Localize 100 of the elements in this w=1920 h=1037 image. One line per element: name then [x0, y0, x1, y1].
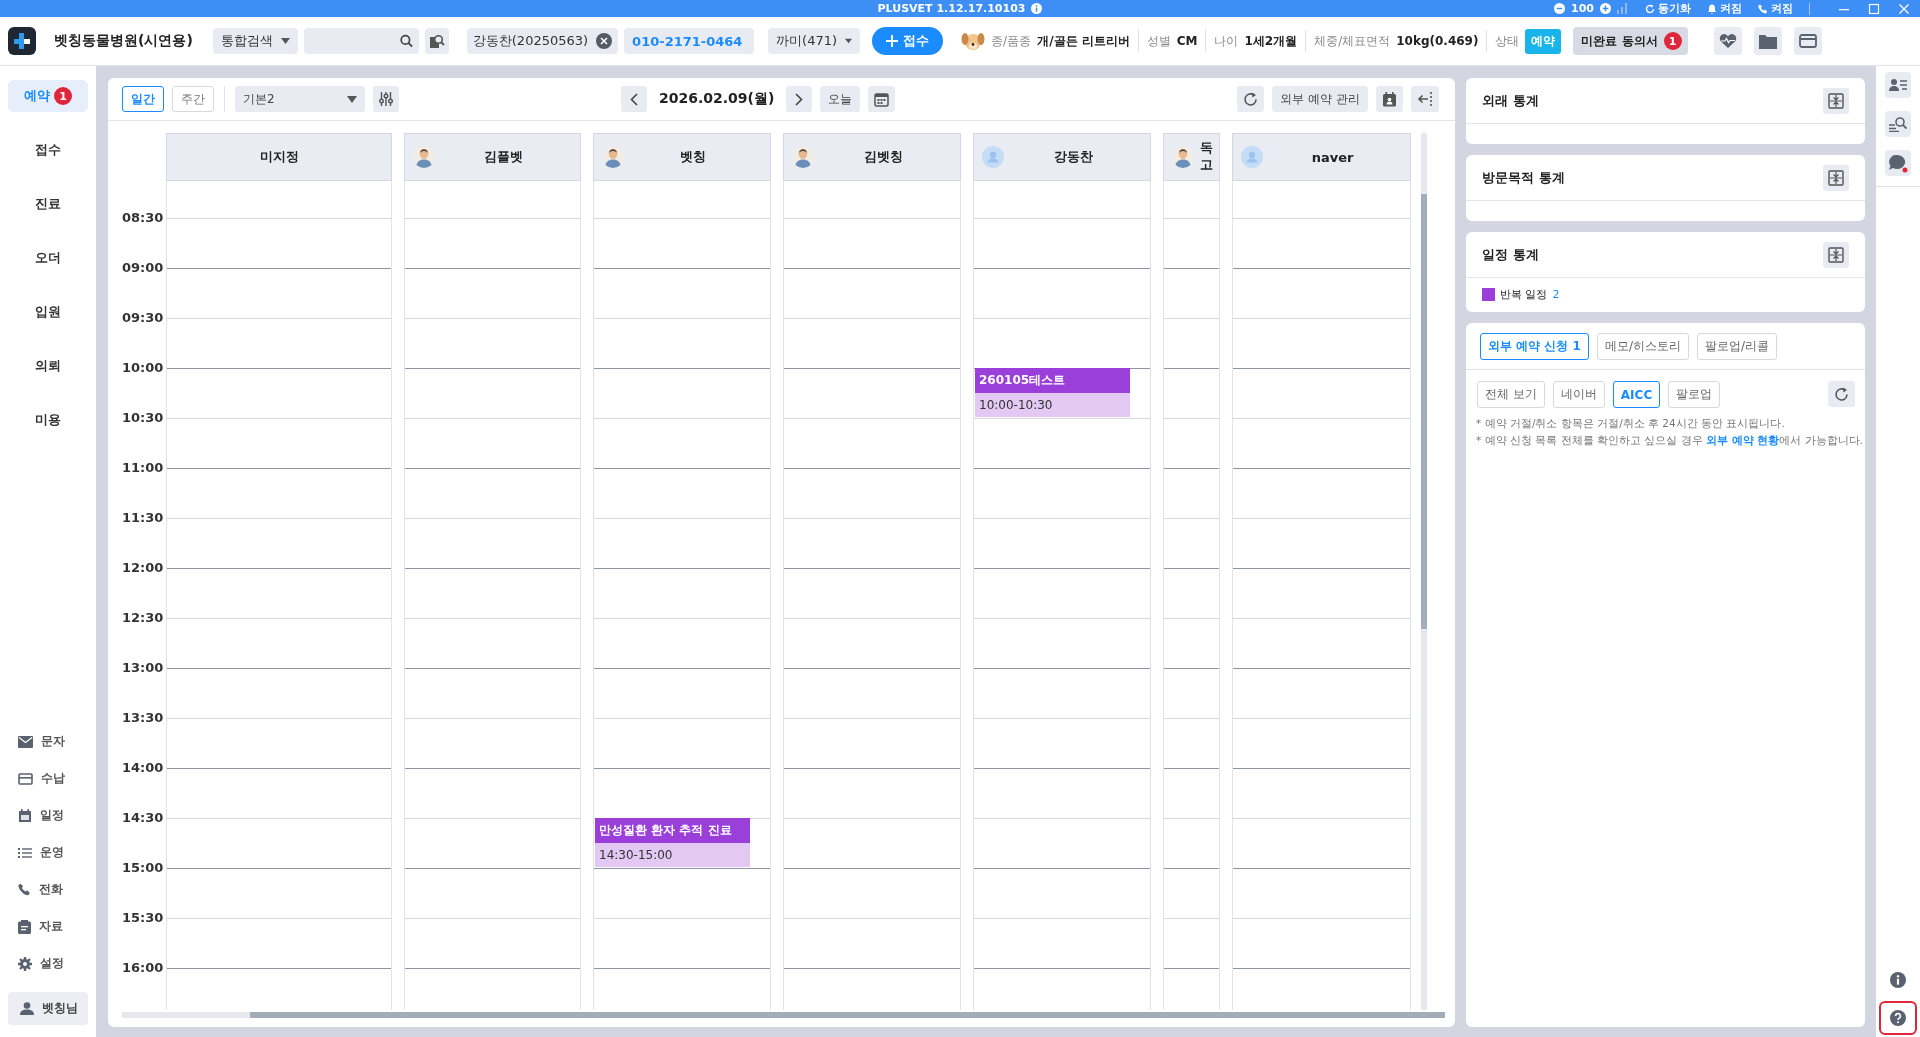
avatar-icon [1241, 146, 1263, 168]
zoom-out-icon[interactable] [1554, 3, 1566, 14]
refresh-button[interactable] [1828, 381, 1855, 407]
staff-name: 미지정 [258, 148, 300, 166]
appointment-card[interactable]: 260105테스트 10:00-10:30 [975, 368, 1130, 417]
external-booking-button[interactable]: 외부 예약 관리 [1272, 86, 1368, 112]
count-badge: 1 [1663, 32, 1682, 50]
nav-item[interactable]: 오더 [8, 242, 88, 274]
search-field[interactable] [303, 28, 419, 54]
filter-button[interactable] [373, 86, 399, 112]
calendar-icon [874, 91, 890, 107]
nav-item[interactable]: 접수 [8, 134, 88, 166]
tool-label: 설정 [40, 955, 64, 972]
chevron-left-icon [630, 92, 638, 106]
zoom-level: 100 [1571, 2, 1594, 15]
dog-icon [961, 30, 986, 52]
tool-item[interactable]: 운영 [18, 844, 78, 861]
info-label: 상태 [1495, 32, 1520, 50]
tab[interactable]: 메모/히스토리 [1596, 333, 1689, 360]
staff-name: 김플벳 [483, 148, 524, 166]
tool-item[interactable]: 자료 [18, 918, 78, 935]
time-label: 11:30 [122, 509, 165, 527]
tool-item[interactable]: 수납 [18, 770, 78, 787]
avatar-icon [602, 146, 624, 168]
app-version: PLUSVET 1.12.17.10103 [877, 2, 1026, 15]
search-list-button[interactable] [1885, 111, 1911, 137]
filter-chip[interactable]: 팔로업 [1668, 381, 1721, 408]
health-button[interactable] [1713, 27, 1742, 55]
nav-item[interactable]: 예약 1 [8, 80, 88, 112]
calendar-person-icon [1382, 91, 1397, 107]
tool-item[interactable]: 전화 [18, 881, 78, 898]
list-icon [18, 846, 32, 859]
tool-label: 자료 [39, 918, 63, 935]
expand-button[interactable] [1823, 241, 1849, 268]
zoom-in-icon[interactable] [1600, 3, 1611, 14]
consent-button[interactable]: 미완료 동의서 1 [1573, 27, 1688, 55]
user-button[interactable]: 벳칭님 [8, 992, 88, 1025]
search-icon[interactable] [399, 34, 413, 48]
scrollbar[interactable] [122, 1012, 1445, 1018]
sliders-icon [379, 92, 393, 106]
tool-label: 수납 [41, 770, 65, 787]
filter-chip[interactable]: 네이버 [1552, 381, 1605, 408]
view-tab[interactable]: 주간 [172, 86, 214, 112]
filter-chip[interactable]: 전체 보기 [1477, 381, 1545, 408]
note-text: * 예약 거절/취소 항목은 거절/취소 후 24시간 동안 표시됩니다. [1476, 417, 1786, 431]
next-day-button[interactable] [786, 86, 813, 112]
info-value: 1세2개월 [1244, 32, 1298, 50]
card-icon [18, 772, 33, 785]
maximize-icon[interactable] [1868, 2, 1880, 15]
preset-dropdown[interactable]: 기본2 [235, 86, 365, 112]
refresh-icon [1645, 3, 1655, 14]
chat-button[interactable] [1885, 150, 1911, 176]
collapse-button[interactable] [1411, 86, 1439, 112]
tool-label: 문자 [41, 733, 65, 750]
plus-icon [886, 35, 899, 47]
scrollbar[interactable] [1421, 133, 1427, 1010]
info-value: CM [1176, 34, 1198, 48]
image-search-button[interactable] [424, 28, 449, 54]
info-icon [1031, 3, 1043, 14]
search-type-dropdown[interactable]: 통합검색 [212, 28, 298, 54]
refresh-button[interactable] [1237, 86, 1265, 112]
user-name: 벳칭님 [42, 1000, 78, 1017]
refresh-icon [1243, 91, 1259, 107]
info-label: 체중/체표면적 [1314, 32, 1391, 50]
appointment-time: 10:00-10:30 [978, 397, 1054, 414]
collapse-arrows-icon [1828, 246, 1844, 263]
heart-pulse-icon [1718, 33, 1737, 49]
tool-item[interactable]: 일정 [18, 807, 78, 824]
tool-item[interactable]: 설정 [18, 955, 78, 972]
search-list-icon [1889, 116, 1907, 132]
previous-day-button[interactable] [621, 86, 647, 112]
close-icon[interactable] [1898, 2, 1910, 15]
nav-item[interactable]: 의뢰 [8, 350, 88, 382]
card-title: 방문목적 통계 [1482, 168, 1565, 187]
staff-name: 강동찬 [1052, 148, 1094, 166]
schedule-button[interactable] [1376, 86, 1403, 112]
expand-button[interactable] [1823, 87, 1849, 114]
nav-item[interactable]: 진료 [8, 188, 88, 220]
info-value: 개/골든 리트리버 [1037, 32, 1130, 50]
time-label: 10:30 [122, 409, 165, 427]
patient-chip[interactable]: 강동찬(20250563) [466, 28, 619, 54]
clear-icon[interactable] [596, 33, 613, 49]
pet-dropdown[interactable]: 까미(471) [768, 28, 861, 54]
time-label: 15:30 [122, 909, 165, 927]
appointment-card[interactable]: 만성질환 환자 추적 진료 14:30-15:00 [595, 818, 750, 867]
folder-button[interactable] [1753, 27, 1782, 55]
tool-item[interactable]: 문자 [18, 733, 78, 750]
contacts-button[interactable] [1885, 72, 1911, 98]
card-button[interactable] [1793, 27, 1822, 55]
expand-button[interactable] [1823, 164, 1849, 191]
date-picker-button[interactable] [868, 86, 896, 112]
current-date: 2026.02.09(월) [659, 90, 775, 108]
tab[interactable]: 팔로업/리콜 [1696, 333, 1777, 360]
nav-item[interactable]: 미용 [8, 404, 88, 436]
staff-name: naver [1310, 149, 1355, 165]
nav-item[interactable]: 입원 [8, 296, 88, 328]
time-label: 13:30 [122, 709, 165, 727]
help-button[interactable] [1881, 1003, 1915, 1033]
tool-label: 전화 [39, 881, 63, 898]
today-button[interactable]: 오늘 [820, 86, 861, 112]
